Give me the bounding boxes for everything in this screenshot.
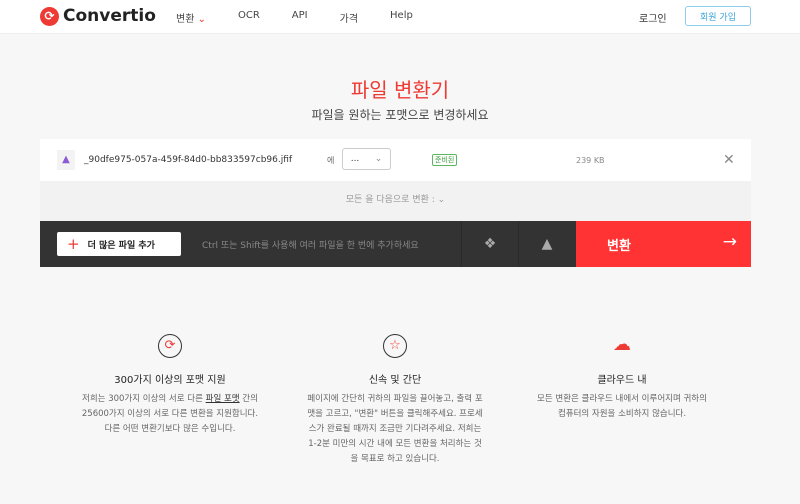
add-files-label: 더 많은 파일 추가 xyxy=(87,240,155,251)
nav-api[interactable]: API xyxy=(292,10,308,25)
nav-ocr[interactable]: OCR xyxy=(238,10,260,25)
dropbox-icon[interactable]: ❖ xyxy=(461,221,518,267)
feature-formats: ⟳ 300가지 이상의 포맷 지원 저희는 300가지 이상의 서로 다른 파일… xyxy=(80,334,260,437)
remove-file-icon[interactable]: ✕ xyxy=(723,152,735,168)
converter-box: ▲ _90dfe975-057a-459f-84d0-bb833597cb96.… xyxy=(40,139,751,267)
logo-icon: ⟳ xyxy=(40,6,59,26)
image-file-icon: ▲ xyxy=(57,150,75,170)
nav-convert-label: 변환 xyxy=(176,14,195,25)
add-files-button[interactable]: + 더 많은 파일 추가 xyxy=(57,232,181,256)
feature-cloud: ☁ 클라우드 내 모든 변환은 클라우드 내에서 이루어지며 귀하의 컴퓨터의 … xyxy=(532,334,712,422)
feature-title: 300가지 이상의 포맷 지원 xyxy=(114,375,226,386)
status-badge: 준비된 xyxy=(432,154,458,166)
chevron-down-icon: ⌄ xyxy=(197,14,206,25)
plus-icon: + xyxy=(67,235,80,253)
nav-help[interactable]: Help xyxy=(390,10,413,25)
hint-text: Ctrl 또는 Shift를 사용해 여러 파일을 한 번에 추가하세요 xyxy=(202,241,419,251)
to-label: 에 xyxy=(327,155,335,165)
feature-title: 신속 및 간단 xyxy=(368,375,422,386)
page-subtitle: 파일을 원하는 포맷으로 변경하세요 xyxy=(311,108,489,122)
file-size: 239 KB xyxy=(576,155,605,165)
brand-name: Convertio xyxy=(63,6,156,26)
file-formats-link[interactable]: 파일 포맷 xyxy=(206,394,240,404)
arrow-right-icon: → xyxy=(722,232,737,252)
feature-fast: ☆ 신속 및 간단 페이지에 간단히 귀하의 파일을 끌어놓고, 출력 포맷을 … xyxy=(305,334,485,467)
logo[interactable]: ⟳ Convertio xyxy=(40,6,156,26)
file-name: _90dfe975-057a-459f-84d0-bb833597cb96.jf… xyxy=(84,155,293,165)
nav-pricing[interactable]: 가격 xyxy=(340,10,358,25)
top-nav: ⟳ Convertio 변환 ⌄ OCR API 가격 Help 로그인 회원 가… xyxy=(0,0,800,34)
chevron-down-icon: ⌄ xyxy=(437,195,446,205)
feature-title: 클라우드 내 xyxy=(597,375,647,386)
convert-button[interactable]: 변환 → xyxy=(576,221,751,267)
cloud-upload-icon: ☁ xyxy=(613,334,631,355)
login-link[interactable]: 로그인 xyxy=(639,10,667,25)
text-part: 저희는 300가지 이상의 서로 다른 xyxy=(82,394,206,404)
page-title: 파일 변환기 xyxy=(350,78,450,102)
feature-text: 저희는 300가지 이상의 서로 다른 파일 포맷 간의 25600가지 이상의… xyxy=(80,392,260,437)
feature-text: 모든 변환은 클라우드 내에서 이루어지며 귀하의 컴퓨터의 자원을 소비하지 … xyxy=(537,394,707,419)
convert-all-select[interactable]: 모든 을 다음으로 변환 : ⌄ xyxy=(40,181,751,221)
format-value: ... xyxy=(350,154,360,164)
file-row: ▲ _90dfe975-057a-459f-84d0-bb833597cb96.… xyxy=(40,139,751,181)
action-bar: + 더 많은 파일 추가 Ctrl 또는 Shift를 사용해 여러 파일을 한 … xyxy=(40,221,751,267)
chevron-down-icon: ⌄ xyxy=(374,154,383,164)
nav-convert[interactable]: 변환 ⌄ xyxy=(176,10,206,25)
refresh-icon: ⟳ xyxy=(158,334,182,358)
feature-text: 페이지에 간단히 귀하의 파일을 끌어놓고, 출력 포맷을 고르고, "변환" … xyxy=(307,394,483,464)
convert-label: 변환 xyxy=(607,239,631,254)
star-icon: ☆ xyxy=(383,334,407,358)
format-select[interactable]: ... ⌄ xyxy=(342,148,391,170)
convert-all-label: 모든 을 다음으로 변환 : xyxy=(345,195,435,205)
google-drive-icon[interactable]: ▲ xyxy=(518,221,575,267)
signup-button[interactable]: 회원 가입 xyxy=(685,6,751,26)
